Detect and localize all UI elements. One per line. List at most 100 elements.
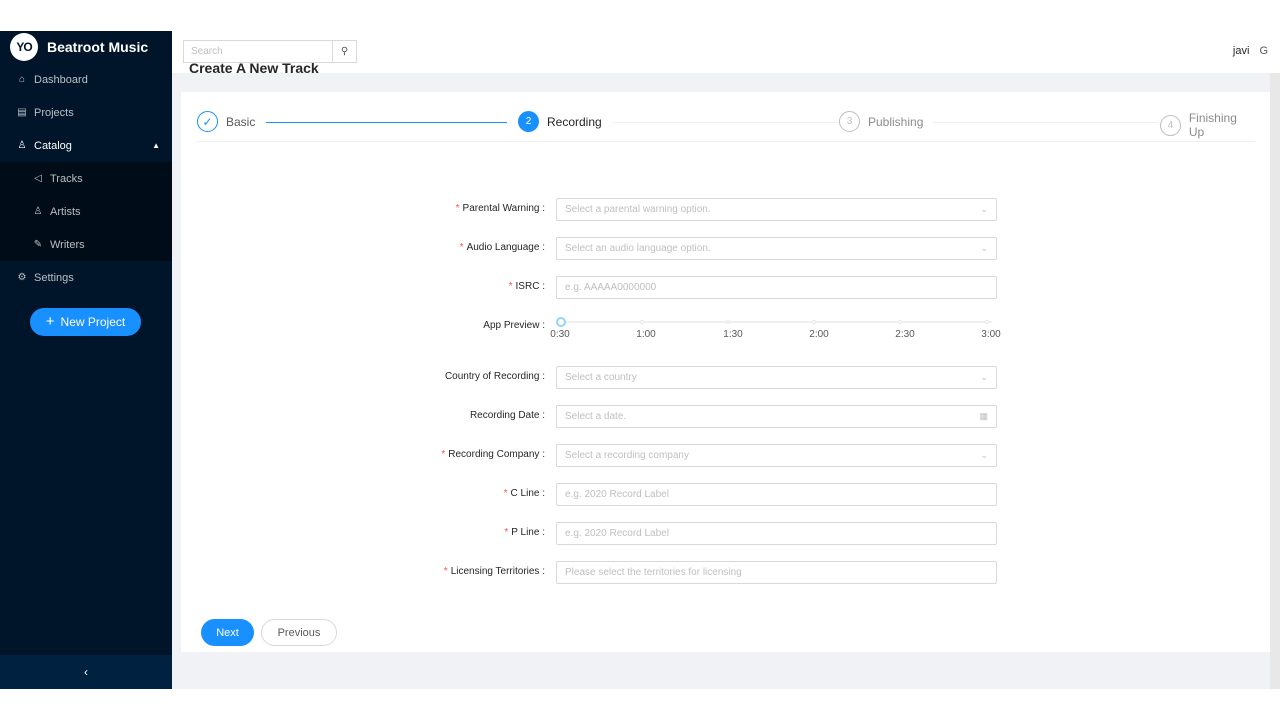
sidebar-item-projects[interactable]: ▤ Projects [0,96,172,129]
select-placeholder: Select a country [565,372,637,383]
country-select[interactable]: Select a country ⌄ [556,366,997,389]
search-input[interactable] [184,41,332,62]
sidebar-collapse-button[interactable]: ‹ [0,655,172,689]
field-label: App Preview : [483,320,545,331]
catalog-submenu: ◁ Tracks ♙ Artists ✎ Writers [0,162,172,261]
step-number: 3 [839,111,860,132]
step-connector [266,122,507,123]
plus-icon: + [45,312,55,330]
home-icon: ⌂ [18,74,26,85]
isrc-input[interactable]: e.g. AAAAA0000000 [556,276,997,299]
sidebar-item-label: Projects [34,106,74,119]
step-label: Basic [226,114,256,129]
sidebar-item-label: Settings [34,271,74,284]
sidebar-item-label: Artists [50,205,81,218]
chevron-down-icon: ⌄ [980,204,988,214]
step-number: 2 [518,111,539,132]
user-icon: ♙ [33,206,43,217]
p-line-input[interactable]: e.g. 2020 Record Label [556,522,997,545]
sidebar-item-tracks[interactable]: ◁ Tracks [0,162,172,195]
sidebar-item-writers[interactable]: ✎ Writers [0,228,172,261]
user-icon: ♙ [17,140,27,151]
parental-warning-select[interactable]: Select a parental warning option. ⌄ [556,198,997,221]
logout-icon[interactable]: G [1259,45,1268,57]
top-header: ⚲ javi G [172,31,1280,73]
slider-handle[interactable] [556,317,566,327]
field-label: * Recording Company : [441,449,545,460]
calendar-icon: ▦ [979,411,988,421]
sidebar-item-artists[interactable]: ♙ Artists [0,195,172,228]
next-button[interactable]: Next [201,619,254,646]
sidebar: YO Beatroot Music ⌂ Dashboard ▤ Projects… [0,31,172,689]
licensing-territories-select[interactable]: Please select the territories for licens… [556,561,997,584]
slider-mark: 2:30 [895,329,915,340]
input-placeholder: e.g. AAAAA0000000 [565,282,657,293]
new-project-button[interactable]: + New Project [30,308,141,336]
step-basic[interactable]: ✓ Basic [197,111,255,132]
slider-dot [985,320,989,324]
sidebar-item-label: Dashboard [34,73,88,86]
chevron-down-icon: ⌄ [980,243,988,253]
user-menu: javi G [1233,45,1268,57]
isrc-row: * ISRC : e.g. AAAAA0000000 [181,276,1270,299]
recording-company-select[interactable]: Select a recording company ⌄ [556,444,997,467]
field-label: Country of Recording : [444,371,545,382]
check-icon: ✓ [197,111,218,132]
form-card: ✓ Basic 2 Recording 3 Publishing 4 Finis… [181,92,1270,652]
step-publishing[interactable]: 3 Publishing [839,111,923,132]
sidebar-item-settings[interactable]: ⚙ Settings [0,261,172,294]
input-placeholder: e.g. 2020 Record Label [565,489,669,500]
step-label: Publishing [868,114,924,129]
input-placeholder: e.g. 2020 Record Label [565,528,669,539]
field-label: * P Line : [504,527,545,538]
search-button[interactable]: ⚲ [332,41,356,62]
recording-date-row: Recording Date : Select a date. ▦ [181,405,1270,428]
recording-date-picker[interactable]: Select a date. ▦ [556,405,997,428]
slider-dot [726,320,730,324]
slider-mark: 3:00 [981,329,1001,340]
steps-bar: ✓ Basic 2 Recording 3 Publishing 4 Finis… [197,102,1255,142]
app-preview-slider[interactable]: 0:30 1:00 1:30 2:00 2:30 3:00 [550,316,1001,346]
field-label: * Audio Language : [459,242,545,253]
new-project-label: New Project [60,315,126,329]
select-placeholder: Select a parental warning option. [565,204,711,215]
step-connector [612,122,838,123]
edit-icon: ✎ [33,239,43,250]
audio-language-row: * Audio Language : Select an audio langua… [181,237,1270,260]
slider-mark: 1:30 [723,329,743,340]
sidebar-item-dashboard[interactable]: ⌂ Dashboard [0,63,172,96]
brand-name: Beatroot Music [47,39,149,55]
field-label: * C Line : [503,488,545,499]
field-label: Recording Date : [469,410,545,421]
username[interactable]: javi [1233,45,1250,57]
p-line-row: * P Line : e.g. 2020 Record Label [181,522,1270,545]
sound-icon: ◁ [34,173,42,184]
step-label: Recording [547,114,602,129]
search-icon: ⚲ [340,46,349,57]
sidebar-item-label: Writers [50,238,85,251]
sidebar-item-label: Catalog [34,139,72,152]
gear-icon: ⚙ [17,272,27,283]
field-label: * ISRC : [508,281,545,292]
c-line-input[interactable]: e.g. 2020 Record Label [556,483,997,506]
chevron-up-icon: ▲ [152,141,160,150]
step-finishing-up[interactable]: 4 Finishing Up [1160,111,1255,139]
select-placeholder: Select a recording company [565,450,689,461]
audio-language-select[interactable]: Select an audio language option. ⌄ [556,237,997,260]
step-recording[interactable]: 2 Recording [518,111,602,132]
step-number: 4 [1160,114,1181,136]
c-line-row: * C Line : e.g. 2020 Record Label [181,483,1270,506]
recording-company-row: * Recording Company : Select a recording … [181,444,1270,467]
slider-mark: 1:00 [636,329,656,340]
chevron-left-icon: ‹ [84,665,88,679]
brand-logo[interactable]: YO Beatroot Music [0,31,172,63]
select-placeholder: Please select the territories for licens… [565,567,742,578]
scrollbar[interactable] [1270,73,1280,689]
parental-warning-row: * Parental Warning : Select a parental wa… [181,198,1270,221]
slider-dot [898,320,902,324]
sidebar-item-catalog[interactable]: ♙ Catalog ▲ [0,129,172,162]
slider-dot [812,320,816,324]
logo-icon: YO [10,33,38,61]
step-connector [933,122,1158,123]
previous-button[interactable]: Previous [261,619,337,646]
